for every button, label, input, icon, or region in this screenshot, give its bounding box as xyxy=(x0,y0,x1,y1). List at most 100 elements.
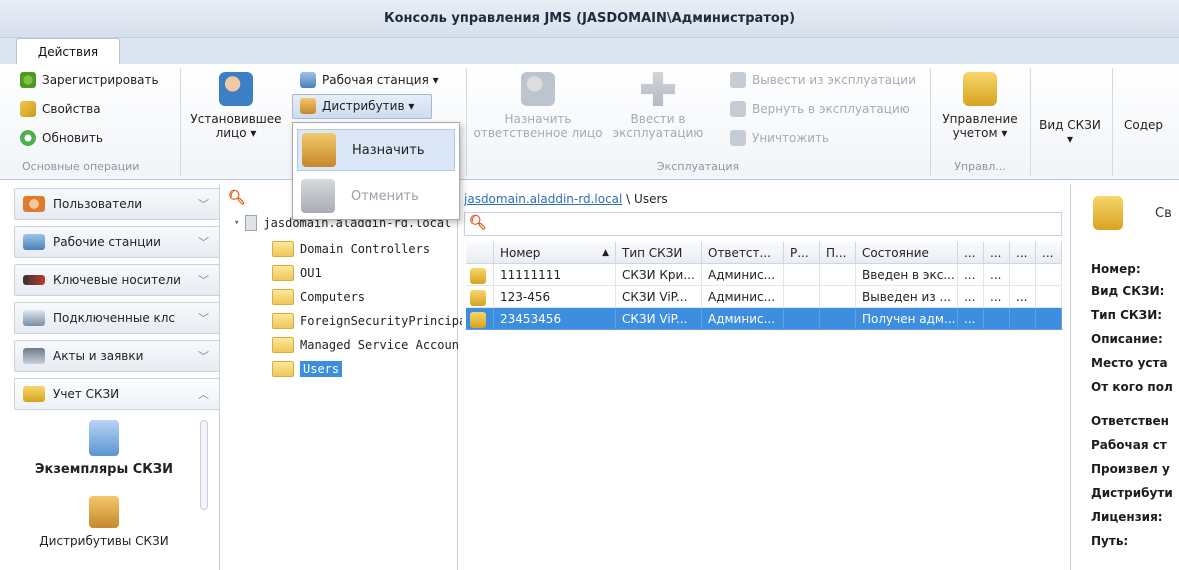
table-cell xyxy=(784,308,820,330)
lock-check-icon xyxy=(963,72,997,106)
chevron-up-icon: ︿ xyxy=(198,388,209,401)
column-header[interactable]: Состояние xyxy=(856,242,958,264)
tree-folder[interactable]: OU1 xyxy=(272,262,322,284)
chevron-down-icon: ﹀ xyxy=(198,198,209,211)
register-button[interactable]: Зарегистрировать xyxy=(20,72,159,88)
table-cell xyxy=(784,264,820,286)
nav-item-connected[interactable]: Подключенные клс ﹀ xyxy=(14,302,220,334)
refresh-button[interactable]: Обновить xyxy=(20,130,103,146)
tree-folder[interactable]: Computers xyxy=(272,286,365,308)
detail-label: Место уста xyxy=(1091,356,1168,370)
distributive-dropdown[interactable]: Дистрибутив ▾ xyxy=(300,98,414,114)
domain-tree: 🔍︎ ▾ jasdomain.aladdin-rd.local Domain C… xyxy=(224,184,481,570)
nav-item-users[interactable]: Пользователи ﹀ xyxy=(14,188,220,220)
tab-actions[interactable]: Действия xyxy=(16,38,120,65)
lock-key-icon xyxy=(470,311,486,328)
folder-icon xyxy=(272,337,294,353)
column-header[interactable]: Тип СКЗИ xyxy=(616,242,702,264)
box-icon xyxy=(89,496,119,528)
detail-label: Номер: xyxy=(1091,262,1141,276)
column-header[interactable]: Ответст... xyxy=(702,242,784,264)
refresh-icon xyxy=(20,130,36,146)
tree-folder[interactable]: ForeignSecurityPrincipals xyxy=(272,310,481,332)
properties-button[interactable]: Свойства xyxy=(20,101,101,117)
table-cell: Админис... xyxy=(702,264,784,286)
column-header[interactable]: П... xyxy=(820,242,856,264)
user-icon xyxy=(521,72,555,106)
column-header[interactable]: ... xyxy=(1010,242,1036,264)
window-title: Консоль управления JMS (JASDOMAIN\Админи… xyxy=(383,11,796,26)
group-separator xyxy=(180,68,181,176)
usb-token-icon xyxy=(23,275,45,285)
tree-folder-selected[interactable]: Users xyxy=(272,358,343,380)
chevron-down-icon: ﹀ xyxy=(198,274,209,287)
ribbon-tab-row xyxy=(0,38,1179,64)
folder-icon xyxy=(272,241,294,257)
menu-item-assign[interactable]: Назначить xyxy=(297,129,455,171)
remove-from-operation-button[interactable]: Вывести из эксплуатации xyxy=(730,72,916,88)
nav-item-acts[interactable]: Акты и заявки ﹀ xyxy=(14,340,220,372)
navigation-pane: Пользователи ﹀ Рабочие станции ﹀ Ключевые … xyxy=(14,184,220,570)
table-cell: СКЗИ ViP... xyxy=(616,308,702,330)
column-header[interactable]: Номер ▲ xyxy=(494,242,616,264)
chevron-down-icon: ﹀ xyxy=(198,236,209,249)
put-into-operation-button[interactable]: Ввести в эксплуатацию xyxy=(606,72,710,140)
folder-icon xyxy=(272,289,294,305)
computer-icon xyxy=(300,72,316,88)
table-cell: 23453456 xyxy=(494,308,616,330)
table-cell xyxy=(820,308,856,330)
distributive-menu: Назначить Отменить xyxy=(292,122,460,220)
chevron-down-icon: ▾ xyxy=(1066,132,1074,146)
column-header[interactable]: ... xyxy=(1036,242,1062,264)
group-separator xyxy=(930,68,931,176)
content-button[interactable]: Содер xyxy=(1124,118,1179,132)
detail-label: Вид СКЗИ: xyxy=(1091,284,1165,298)
assign-responsible-button[interactable]: Назначить ответственное лицо xyxy=(470,72,606,140)
table-cell: 123-456 xyxy=(494,286,616,308)
box-icon xyxy=(300,98,316,114)
manage-accounting-button[interactable]: Управление учетом ▾ xyxy=(934,72,1026,140)
column-header[interactable]: Р... xyxy=(784,242,820,264)
group-caption-basic: Основные операции xyxy=(22,160,140,173)
workstation-dropdown[interactable]: Рабочая станция ▾ xyxy=(300,72,439,88)
nav-item-key-carriers[interactable]: Ключевые носители ﹀ xyxy=(14,264,220,296)
tree-folder[interactable]: Domain Controllers xyxy=(272,238,430,260)
destroy-button[interactable]: Уничтожить xyxy=(730,130,829,146)
tree-folder[interactable]: Managed Service Accoun xyxy=(272,334,459,356)
table-cell: ... xyxy=(958,264,984,286)
detail-label: Рабочая ст xyxy=(1091,438,1167,452)
search-input[interactable]: 🔍︎ xyxy=(464,212,1062,236)
table-cell xyxy=(1036,264,1062,286)
column-header[interactable]: ... xyxy=(958,242,984,264)
return-to-operation-button[interactable]: Вернуть в эксплуатацию xyxy=(730,101,910,117)
user-lock-icon xyxy=(219,72,253,106)
box-icon xyxy=(301,179,335,213)
nav-sub-item-skzi-distributives[interactable]: Дистрибутивы СКЗИ xyxy=(14,496,194,548)
lock-key-icon xyxy=(470,267,486,284)
nav-sub-item-skzi-instances[interactable]: Экземпляры СКЗИ xyxy=(14,420,194,477)
nav-item-workstations[interactable]: Рабочие станции ﹀ xyxy=(14,226,220,258)
breadcrumb-link[interactable]: jasdomain.aladdin-rd.local xyxy=(464,192,622,206)
set-person-button[interactable]: Установившее лицо ▾ xyxy=(186,72,286,140)
table-cell xyxy=(1010,264,1036,286)
table-cell xyxy=(1036,308,1062,330)
detail-label: От кого пол xyxy=(1091,380,1173,394)
pencil-icon xyxy=(20,101,36,117)
group-caption-operation: Эксплуатация xyxy=(656,160,740,173)
detail-label: Путь: xyxy=(1091,534,1129,548)
nav-item-skzi-accounting[interactable]: Учет СКЗИ ︿ xyxy=(14,378,220,410)
column-header[interactable]: ... xyxy=(984,242,1010,264)
stamp-icon xyxy=(23,348,45,364)
group-separator xyxy=(1030,68,1031,176)
detail-label: Произвел у xyxy=(1091,462,1170,476)
detail-label: Тип СКЗИ: xyxy=(1091,308,1163,322)
search-icon: 🔍︎ xyxy=(469,215,487,231)
search-icon[interactable]: 🔍︎ xyxy=(228,190,246,206)
sort-ascending-icon: ▲ xyxy=(602,248,609,258)
scrollbar[interactable] xyxy=(200,420,208,510)
table-cell: Админис... xyxy=(702,308,784,330)
table-cell: ... xyxy=(984,264,1010,286)
folder-icon xyxy=(272,313,294,329)
view-skzi-button[interactable]: Вид СКЗИ ▾ xyxy=(1034,118,1106,146)
menu-item-cancel[interactable]: Отменить xyxy=(297,175,455,217)
